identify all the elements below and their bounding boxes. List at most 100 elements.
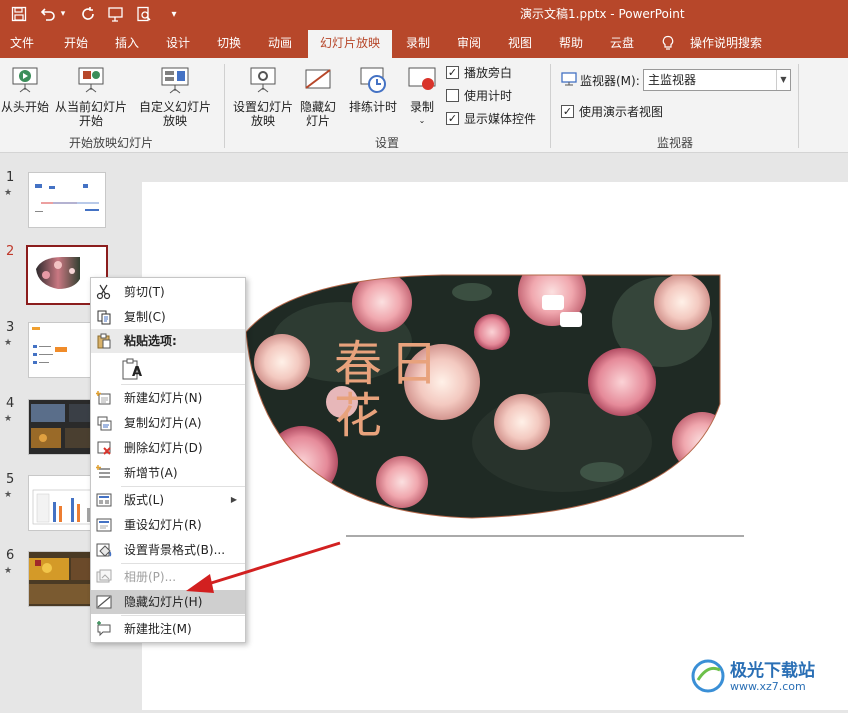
slide-image <box>245 274 744 537</box>
layout-icon <box>96 493 112 507</box>
paste-text-letter: A <box>132 365 143 380</box>
delete-slide-icon <box>97 441 111 455</box>
menu-item-add-section[interactable]: 新增节(A) <box>91 461 245 485</box>
present-icon[interactable] <box>106 4 126 24</box>
record-button[interactable]: 录制 ⌄ <box>404 64 440 128</box>
tab-view[interactable]: 视图 <box>502 28 538 58</box>
tab-insert[interactable]: 插入 <box>109 28 145 58</box>
customize-qat-icon[interactable]: ▾ <box>164 4 184 24</box>
tab-slide-show[interactable]: 幻灯片放映 <box>308 30 392 58</box>
save-icon[interactable] <box>9 4 29 24</box>
rehearse-timings-label: 排练计时 <box>348 100 397 114</box>
from-beginning-button[interactable]: 从头开始 <box>0 64 50 114</box>
hide-slide-ribbon-label: 隐藏幻灯片 <box>299 100 336 128</box>
monitor-icon <box>561 71 577 87</box>
from-current-label: 从当前幻灯片开始 <box>54 100 127 128</box>
undo-dropdown-icon[interactable]: ▾ <box>58 4 68 24</box>
checkbox-play-narrations[interactable]: ✓ <box>446 66 459 79</box>
menu-item-label: 版式(L) <box>124 493 165 507</box>
menu-item-label: 新建幻灯片(N) <box>124 391 203 405</box>
menu-item-layout[interactable]: 版式(L) ▶ <box>91 488 245 512</box>
ribbon: 从头开始 从当前幻灯片开始 自定义幻灯片放映 开始放映幻灯片 设置幻灯片放映 隐… <box>0 58 848 153</box>
menu-item-label: 新建批注(M) <box>124 622 192 636</box>
presenter-view-label: 使用演示者视图 <box>579 105 664 119</box>
tab-file[interactable]: 文件 <box>6 28 38 58</box>
monitor-select[interactable]: 主监视器 ▼ <box>643 69 791 91</box>
watermark: 极光下载站 www.xz7.com <box>690 654 840 700</box>
custom-show-button[interactable]: 自定义幻灯片放映 <box>138 64 212 128</box>
hide-slide-ribbon-button[interactable]: 隐藏幻灯片 <box>298 64 338 128</box>
presenter-view-checkbox[interactable]: ✓ 使用演示者视图 <box>561 103 663 120</box>
menu-item-hide-slide[interactable]: 隐藏幻灯片(H) <box>91 590 245 614</box>
watermark-text: 极光下载站 <box>730 661 815 681</box>
tab-help[interactable]: 帮助 <box>553 28 589 58</box>
tab-transitions[interactable]: 切换 <box>211 28 247 58</box>
use-timings-checkbox[interactable]: 使用计时 <box>446 87 512 104</box>
play-narrations-checkbox[interactable]: ✓ 播放旁白 <box>446 64 512 81</box>
menu-item-label: 重设幻灯片(R) <box>124 518 202 532</box>
context-menu: 剪切(T) 复制(C) 粘贴选项: A 新建幻灯片(N) 复制幻灯片(A) 删除… <box>90 277 246 643</box>
use-timings-label: 使用计时 <box>464 89 513 103</box>
menu-divider <box>121 384 245 385</box>
ribbon-tabs: 文件 开始 插入 设计 切换 动画 幻灯片放映 录制 审阅 视图 帮助 云盘 操… <box>0 28 848 58</box>
monitor-select-value: 主监视器 <box>648 73 697 87</box>
group-start-show-label: 开始放映幻灯片 <box>68 136 153 150</box>
menu-item-label: 复制(C) <box>124 310 166 324</box>
tab-review[interactable]: 审阅 <box>451 28 487 58</box>
animation-star-icon: ★ <box>4 566 13 576</box>
tab-record[interactable]: 录制 <box>400 28 436 58</box>
setup-show-button[interactable]: 设置幻灯片放映 <box>232 64 294 128</box>
menu-item-label: 相册(P)... <box>124 570 177 584</box>
menu-item-copy[interactable]: 复制(C) <box>91 305 245 329</box>
duplicate-slide-icon <box>97 416 112 431</box>
chevron-down-icon[interactable]: ▼ <box>776 70 790 90</box>
show-media-controls-checkbox[interactable]: ✓ 显示媒体控件 <box>446 110 536 127</box>
menu-item-cut[interactable]: 剪切(T) <box>91 280 245 304</box>
record-label: 录制 <box>409 100 434 114</box>
custom-show-icon <box>161 67 189 94</box>
tab-design[interactable]: 设计 <box>160 28 196 58</box>
checkbox-show-media-controls[interactable]: ✓ <box>446 112 459 125</box>
animation-star-icon: ★ <box>4 490 13 500</box>
checkbox-presenter-view[interactable]: ✓ <box>561 105 574 118</box>
setup-show-icon <box>250 67 276 93</box>
from-beginning-icon <box>12 67 38 93</box>
rehearse-timings-button[interactable]: 排练计时 <box>346 64 400 114</box>
menu-item-new-slide[interactable]: 新建幻灯片(N) <box>91 386 245 410</box>
tab-cloud[interactable]: 云盘 <box>604 28 640 58</box>
menu-item-photo-album: 相册(P)... <box>91 565 245 589</box>
preview-icon[interactable] <box>134 4 154 24</box>
menu-item-format-background[interactable]: 设置背景格式(B)... <box>91 538 245 562</box>
play-narrations-label: 播放旁白 <box>464 66 513 80</box>
animation-star-icon: ★ <box>4 338 13 348</box>
menu-item-duplicate-slide[interactable]: 复制幻灯片(A) <box>91 411 245 435</box>
watermark-url: www.xz7.com <box>730 680 806 693</box>
record-dropdown-icon[interactable]: ⌄ <box>404 114 440 128</box>
menu-divider <box>121 615 245 616</box>
slide-title-char: 花 <box>334 388 383 444</box>
custom-show-label: 自定义幻灯片放映 <box>138 100 211 128</box>
menu-divider <box>121 563 245 564</box>
undo-icon[interactable] <box>38 4 58 24</box>
slide-canvas[interactable]: 春日 花 <box>142 182 848 710</box>
show-media-controls-label: 显示媒体控件 <box>464 112 537 126</box>
menu-item-delete-slide[interactable]: 删除幻灯片(D) <box>91 436 245 460</box>
menu-item-label: 新增节(A) <box>124 466 178 480</box>
slide-title[interactable]: 春日 花 <box>334 338 438 442</box>
format-background-icon <box>96 543 112 557</box>
reset-slide-icon <box>96 518 112 532</box>
watermark-logo-icon <box>691 659 725 693</box>
tab-animations[interactable]: 动画 <box>262 28 298 58</box>
menu-item-new-comment[interactable]: 新建批注(M) <box>91 617 245 641</box>
slide-thumbnail-1[interactable] <box>28 172 106 228</box>
tell-me-search[interactable]: 操作说明搜索 <box>688 28 764 58</box>
menu-item-reset-slide[interactable]: 重设幻灯片(R) <box>91 513 245 537</box>
menu-item-label: 复制幻灯片(A) <box>124 416 202 430</box>
photo-album-icon <box>96 569 112 583</box>
paste-keep-text-only-button[interactable]: A <box>121 357 147 383</box>
redo-icon[interactable] <box>78 4 98 24</box>
checkbox-use-timings[interactable] <box>446 89 459 102</box>
from-current-button[interactable]: 从当前幻灯片开始 <box>54 64 128 128</box>
slide-number: 4 <box>6 396 15 411</box>
tab-home[interactable]: 开始 <box>58 28 94 58</box>
